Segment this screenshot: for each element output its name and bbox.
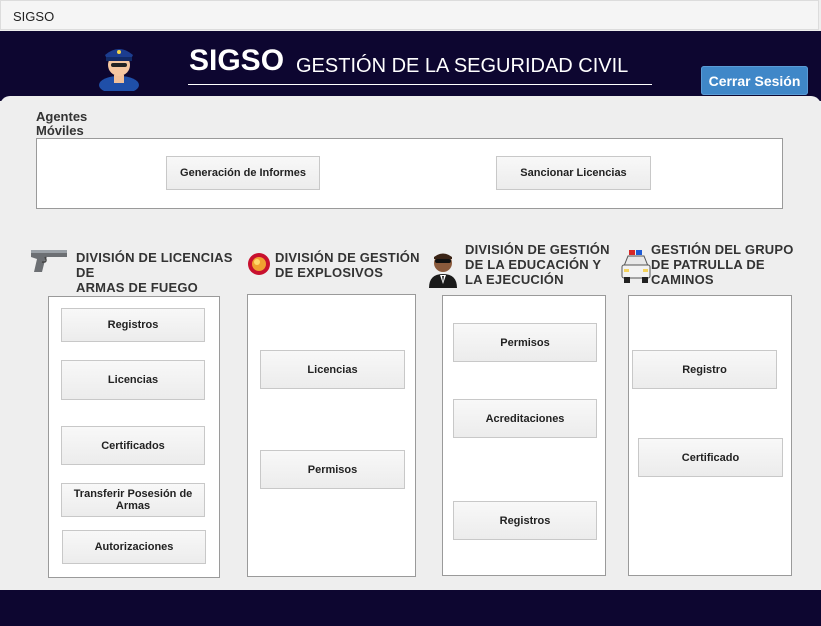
firearms-title-line: ARMAS DE FUEGO (76, 280, 198, 295)
education-acreditaciones-button[interactable]: Acreditaciones (453, 399, 597, 438)
app-subtitle: GESTIÓN DE LA SEGURIDAD CIVIL (296, 55, 629, 77)
explosives-title-line: DIVISIÓN DE GESTIÓN (275, 250, 420, 265)
education-division-title: DIVISIÓN DE GESTIÓN DE LA EDUCACIÓN Y LA… (465, 242, 610, 287)
explosives-licencias-button[interactable]: Licencias (260, 350, 405, 389)
sanction-licenses-button[interactable]: Sancionar Licencias (496, 156, 651, 190)
highway-patrol-registro-button[interactable]: Registro (632, 350, 777, 389)
pistol-icon (31, 250, 67, 272)
firearms-transfer-button[interactable]: Transferir Posesión de Armas (61, 483, 205, 517)
patrol-car-icon (621, 250, 651, 283)
education-registros-button[interactable]: Registros (453, 501, 597, 540)
app-footer (0, 590, 821, 626)
app-header: SIGSO GESTIÓN DE LA SEGURIDAD CIVIL Cerr… (0, 31, 821, 101)
highway-patrol-certificado-button[interactable]: Certificado (638, 438, 783, 477)
explosives-division-panel: Licencias Permisos (247, 294, 416, 577)
education-permisos-button[interactable]: Permisos (453, 323, 597, 362)
education-title-line: DE LA EDUCACIÓN Y (465, 257, 602, 272)
firearms-licencias-button[interactable]: Licencias (61, 360, 205, 400)
header-curve (0, 96, 821, 106)
firearms-registros-button[interactable]: Registros (61, 308, 205, 342)
mobile-agents-label: Agentes Móviles (36, 110, 87, 138)
education-title-line: DIVISIÓN DE GESTIÓN (465, 242, 610, 257)
education-division-panel: Permisos Acreditaciones Registros (442, 295, 606, 576)
agent-icon (429, 253, 457, 288)
mobile-agents-label-line2: Móviles (36, 123, 84, 138)
header-underline (188, 84, 652, 85)
explosives-permisos-button[interactable]: Permisos (260, 450, 405, 489)
window-title: SIGSO (13, 9, 55, 24)
highway-patrol-title-line: GESTIÓN DEL GRUPO (651, 242, 794, 257)
highway-patrol-title: GESTIÓN DEL GRUPO DE PATRULLA DE CAMINOS (651, 242, 794, 287)
generate-reports-button[interactable]: Generación de Informes (166, 156, 320, 190)
logout-button[interactable]: Cerrar Sesión (701, 66, 808, 95)
explosives-title-line: DE EXPLOSIVOS (275, 265, 384, 280)
mobile-agents-panel: Generación de Informes Sancionar Licenci… (36, 138, 783, 209)
highway-patrol-title-line: DE PATRULLA DE (651, 257, 765, 272)
firearms-division-panel: Registros Licencias Certificados Transfe… (48, 296, 220, 578)
highway-patrol-panel: Registro Certificado (628, 295, 792, 576)
firearms-title-line: DE (76, 265, 95, 280)
app-brand: SIGSO (189, 44, 285, 77)
window-titlebar: SIGSO (0, 0, 819, 30)
police-officer-icon (99, 49, 139, 91)
mobile-agents-label-line1: Agentes (36, 109, 88, 124)
explosive-icon (248, 253, 270, 275)
education-title-line: LA EJECUCIÓN (465, 272, 564, 287)
firearms-title-line: DIVISIÓN DE LICENCIAS (76, 250, 233, 265)
firearms-division-title: DIVISIÓN DE LICENCIAS DE ARMAS DE FUEGO (76, 250, 233, 295)
explosives-division-title: DIVISIÓN DE GESTIÓN DE EXPLOSIVOS (275, 250, 420, 280)
firearms-certificados-button[interactable]: Certificados (61, 426, 205, 465)
highway-patrol-title-line: CAMINOS (651, 272, 714, 287)
firearms-autorizaciones-button[interactable]: Autorizaciones (62, 530, 206, 564)
